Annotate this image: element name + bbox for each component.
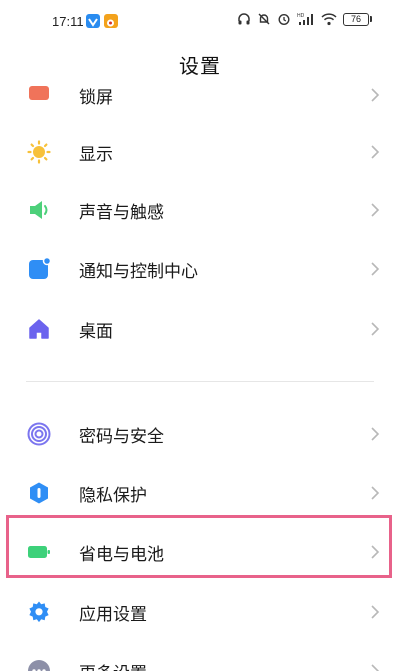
fingerprint-icon	[27, 422, 51, 446]
status-bar: 17:11 HD 76	[0, 0, 400, 44]
settings-list[interactable]: 锁屏 显示 声音与触感 通知与控制中心 桌面 密码与安全 隐私保护 省电与电池 …	[0, 68, 400, 671]
app-notification-icon	[86, 14, 100, 28]
chevron-right-icon	[371, 545, 380, 559]
settings-item-desktop[interactable]: 桌面	[0, 300, 400, 358]
settings-item-password-security[interactable]: 密码与安全	[0, 405, 400, 463]
signal-icon: HD	[297, 13, 313, 25]
weibo-notification-icon	[104, 14, 118, 28]
settings-item-battery[interactable]: 省电与电池	[0, 523, 400, 581]
chevron-right-icon	[371, 605, 380, 619]
chevron-right-icon	[371, 203, 380, 217]
gear-icon	[27, 600, 51, 624]
wifi-icon	[321, 13, 337, 26]
status-time: 17:11	[52, 14, 84, 29]
settings-item-app-settings[interactable]: 应用设置	[0, 583, 400, 641]
battery-indicator: 76	[343, 12, 372, 26]
shield-icon	[27, 481, 51, 505]
settings-item-lock-screen[interactable]: 锁屏	[0, 68, 400, 124]
settings-item-label: 声音与触感	[79, 202, 164, 223]
battery-icon	[27, 540, 51, 564]
settings-item-label: 通知与控制中心	[79, 261, 198, 282]
settings-item-label: 省电与电池	[79, 544, 164, 565]
chevron-right-icon	[371, 145, 380, 159]
chevron-right-icon	[371, 88, 380, 102]
chevron-right-icon	[371, 262, 380, 276]
group-divider	[26, 381, 374, 382]
battery-level: 76	[343, 12, 369, 26]
notification-icon	[27, 257, 51, 281]
chevron-right-icon	[371, 486, 380, 500]
settings-item-label: 锁屏	[79, 88, 113, 108]
chevron-right-icon	[371, 322, 380, 336]
speaker-icon	[27, 198, 51, 222]
headphones-icon	[238, 13, 250, 25]
chevron-right-icon	[371, 664, 380, 671]
home-icon	[27, 317, 51, 341]
sun-icon	[27, 140, 51, 164]
settings-item-notification[interactable]: 通知与控制中心	[0, 240, 400, 298]
settings-item-label: 隐私保护	[79, 485, 147, 506]
settings-item-sound[interactable]: 声音与触感	[0, 181, 400, 239]
settings-item-privacy[interactable]: 隐私保护	[0, 464, 400, 522]
alarm-icon	[278, 13, 290, 26]
settings-item-label: 桌面	[79, 321, 113, 342]
chevron-right-icon	[371, 427, 380, 441]
settings-item-label: 显示	[79, 144, 113, 165]
settings-item-label: 密码与安全	[79, 426, 164, 447]
lock-screen-icon	[27, 83, 51, 107]
svg-text:HD: HD	[297, 13, 305, 19]
more-icon	[27, 659, 51, 671]
status-icons: HD 76	[237, 12, 372, 26]
settings-item-more[interactable]: 更多设置	[0, 642, 400, 671]
settings-item-label: 更多设置	[79, 659, 147, 671]
settings-item-label: 应用设置	[79, 604, 147, 625]
settings-item-display[interactable]: 显示	[0, 123, 400, 181]
bell-muted-icon	[258, 13, 270, 25]
